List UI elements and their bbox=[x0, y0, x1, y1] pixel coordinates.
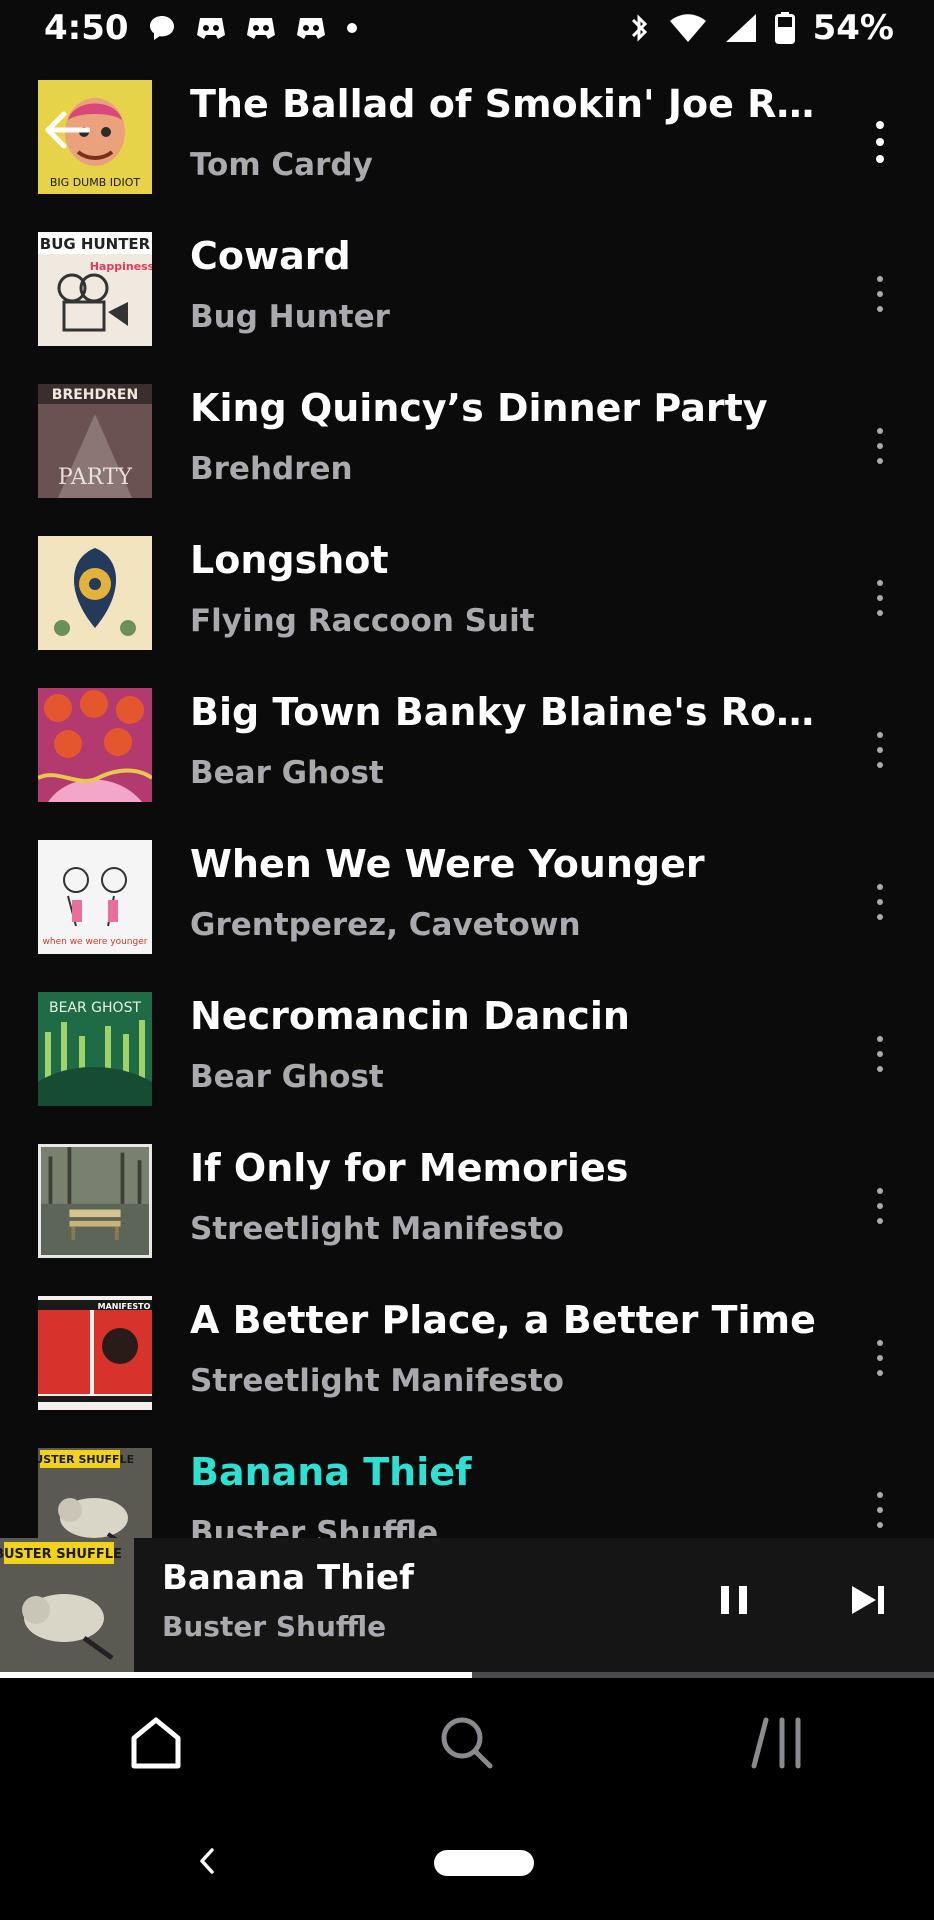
track-artist: Streetlight Manifesto bbox=[190, 1363, 564, 1399]
bluetooth-icon bbox=[631, 14, 647, 42]
track-artist: Flying Raccoon Suit bbox=[190, 603, 535, 639]
status-time: 4:50 bbox=[44, 8, 129, 48]
album-cover: BUG HUNTER Happiness bbox=[38, 232, 152, 346]
chat-icon bbox=[149, 16, 174, 40]
status-left: 4:50 bbox=[44, 8, 359, 48]
album-art-image: when we were younger bbox=[38, 840, 152, 954]
svg-text:MANIFESTO: MANIFESTO bbox=[98, 1302, 151, 1311]
more-options-button[interactable] bbox=[862, 416, 898, 476]
track-artist: Streetlight Manifesto bbox=[190, 1211, 564, 1247]
album-art-image bbox=[38, 688, 152, 802]
track-title: If Only for Memories bbox=[190, 1146, 629, 1190]
svg-text:Happiness: Happiness bbox=[90, 260, 152, 273]
album-art-image: BUSTER SHUFFLE bbox=[38, 1448, 152, 1538]
track-artist: Bear Ghost bbox=[190, 1059, 384, 1095]
track-row[interactable]: BREHDREN PARTY King Quincy’s Dinner Part… bbox=[0, 372, 934, 524]
more-options-button[interactable] bbox=[862, 1176, 898, 1236]
album-art-image: BEAR GHOST bbox=[38, 992, 152, 1106]
album-art-image: BUSTER SHUFFLE bbox=[0, 1538, 134, 1672]
more-notifications-dot-icon bbox=[346, 23, 357, 33]
album-art-image bbox=[38, 536, 152, 650]
track-row[interactable]: Big Town Banky Blaine's Rockabi... Bear … bbox=[0, 676, 934, 828]
more-options-button[interactable] bbox=[862, 872, 898, 932]
track-row[interactable]: BIG DUMB IDIOT The Ballad of Smokin' Joe… bbox=[0, 68, 934, 220]
album-cover: when we were younger bbox=[38, 840, 152, 954]
album-art-image: BUG HUNTER Happiness bbox=[38, 232, 152, 346]
track-artist: Bear Ghost bbox=[190, 755, 384, 791]
more-options-button[interactable] bbox=[862, 1024, 898, 1084]
track-artist: Tom Cardy bbox=[190, 147, 373, 183]
track-title: Banana Thief bbox=[190, 1450, 472, 1494]
track-title: Coward bbox=[190, 234, 351, 278]
track-title: When We Were Younger bbox=[190, 842, 705, 886]
track-row[interactable]: If Only for Memories Streetlight Manifes… bbox=[0, 1132, 934, 1284]
track-row[interactable]: BUG HUNTER Happiness Coward Bug Hunter bbox=[0, 220, 934, 372]
more-options-button[interactable] bbox=[862, 1328, 898, 1388]
track-row[interactable]: BEAR GHOST Necromancin Dancin Bear Ghost bbox=[0, 980, 934, 1132]
library-icon[interactable] bbox=[748, 1714, 808, 1770]
system-back-icon[interactable] bbox=[196, 1846, 218, 1876]
now-playing-title[interactable]: Banana Thief bbox=[162, 1558, 414, 1598]
discord-icon bbox=[296, 18, 325, 39]
svg-text:PARTY: PARTY bbox=[58, 465, 133, 490]
cell-signal-icon bbox=[725, 14, 756, 42]
track-row-now-playing[interactable]: BUSTER SHUFFLE Banana Thief Buster Shuff… bbox=[0, 1436, 934, 1538]
more-options-button[interactable] bbox=[862, 720, 898, 780]
svg-text:BUG HUNTER: BUG HUNTER bbox=[40, 235, 151, 253]
system-home-pill[interactable] bbox=[434, 1850, 534, 1876]
album-cover bbox=[38, 1144, 152, 1258]
album-art-image: MANIFESTO bbox=[38, 1296, 152, 1410]
svg-text:when we were younger: when we were younger bbox=[43, 937, 148, 947]
now-playing-cover: BUSTER SHUFFLE bbox=[0, 1538, 134, 1672]
now-playing-artist[interactable]: Buster Shuffle bbox=[162, 1610, 386, 1643]
track-title: Necromancin Dancin bbox=[190, 994, 630, 1038]
track-title: King Quincy’s Dinner Party bbox=[190, 386, 768, 430]
now-playing-bar[interactable]: BUSTER SHUFFLE Banana Thief Buster Shuff… bbox=[0, 1538, 934, 1672]
skip-next-icon[interactable] bbox=[848, 1580, 888, 1620]
album-cover bbox=[38, 688, 152, 802]
track-title: Big Town Banky Blaine's Rockabi... bbox=[190, 690, 830, 734]
track-title: A Better Place, a Better Time bbox=[190, 1298, 816, 1342]
search-icon[interactable] bbox=[436, 1714, 496, 1770]
more-options-button[interactable] bbox=[862, 264, 898, 324]
more-options-button[interactable] bbox=[862, 1480, 898, 1538]
track-row[interactable]: MANIFESTO A Better Place, a Better Time … bbox=[0, 1284, 934, 1436]
album-cover bbox=[38, 536, 152, 650]
back-arrow-icon[interactable] bbox=[42, 110, 90, 150]
discord-icon bbox=[196, 18, 225, 39]
track-artist: Bug Hunter bbox=[190, 299, 390, 335]
wifi-icon bbox=[669, 14, 706, 42]
more-options-button[interactable] bbox=[862, 112, 898, 172]
album-cover: BREHDREN PARTY bbox=[38, 384, 152, 498]
track-artist: Brehdren bbox=[190, 451, 353, 487]
svg-text:BUSTER SHUFFLE: BUSTER SHUFFLE bbox=[0, 1547, 122, 1562]
album-art-image: BREHDREN PARTY bbox=[38, 384, 152, 498]
system-navigation-bar bbox=[0, 1802, 934, 1920]
track-artist: Grentperez, Cavetown bbox=[190, 907, 581, 943]
album-cover: BUSTER SHUFFLE bbox=[38, 1448, 152, 1538]
battery-percent: 54% bbox=[812, 8, 894, 48]
album-cover: MANIFESTO bbox=[38, 1296, 152, 1410]
svg-text:BIG DUMB IDIOT: BIG DUMB IDIOT bbox=[50, 176, 140, 189]
discord-icon bbox=[246, 18, 275, 39]
status-right: 54% bbox=[627, 8, 894, 48]
track-title: The Ballad of Smokin' Joe Rudeb... bbox=[190, 82, 830, 126]
track-artist: Buster Shuffle bbox=[190, 1515, 439, 1538]
album-cover: BEAR GHOST bbox=[38, 992, 152, 1106]
track-row[interactable]: when we were younger When We Were Younge… bbox=[0, 828, 934, 980]
home-icon[interactable] bbox=[126, 1714, 186, 1770]
status-bar: 4:50 54% bbox=[0, 0, 934, 56]
pause-icon[interactable] bbox=[718, 1580, 750, 1620]
track-title: Longshot bbox=[190, 538, 389, 582]
svg-text:BUSTER SHUFFLE: BUSTER SHUFFLE bbox=[38, 1453, 134, 1466]
track-list[interactable]: BIG DUMB IDIOT The Ballad of Smokin' Joe… bbox=[0, 56, 934, 1538]
bottom-navigation bbox=[0, 1678, 934, 1802]
svg-text:BREHDREN: BREHDREN bbox=[52, 387, 138, 403]
track-row[interactable]: Longshot Flying Raccoon Suit bbox=[0, 524, 934, 676]
album-art-image bbox=[41, 1147, 149, 1255]
svg-text:BEAR GHOST: BEAR GHOST bbox=[49, 1000, 141, 1016]
battery-icon bbox=[774, 12, 795, 44]
more-options-button[interactable] bbox=[862, 568, 898, 628]
